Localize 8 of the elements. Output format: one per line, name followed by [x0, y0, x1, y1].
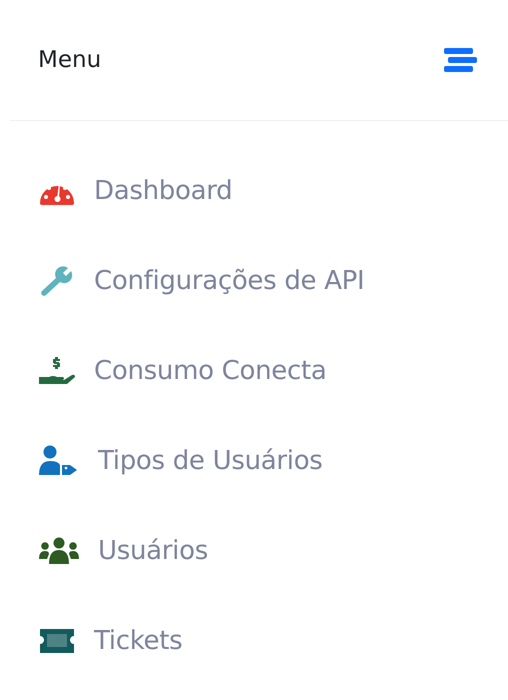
- menu-item[interactable]: Configurações de API: [0, 236, 508, 326]
- menu-item[interactable]: Consumo Conecta: [0, 326, 508, 416]
- menu-icon[interactable]: [444, 47, 478, 73]
- menu-item[interactable]: Dashboard: [0, 146, 508, 236]
- menu-item[interactable]: Usuários: [0, 506, 508, 596]
- menu-item[interactable]: Tickets: [0, 596, 508, 686]
- menu-item[interactable]: Tipos de Usuários: [0, 416, 508, 506]
- menu-title: Menu: [38, 47, 102, 73]
